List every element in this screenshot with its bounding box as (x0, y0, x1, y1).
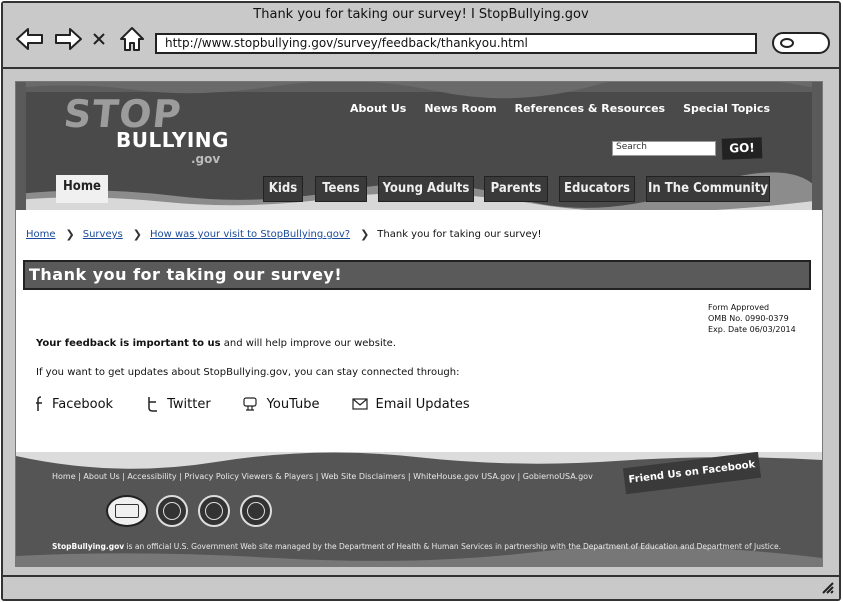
address-bar[interactable]: http://www.stopbullying.gov/survey/feedb… (155, 33, 757, 54)
top-link-about-us[interactable]: About Us (350, 102, 406, 115)
top-nav: About Us News Room References & Resource… (350, 102, 770, 115)
tab-educators[interactable]: Educators (559, 176, 635, 202)
close-icon (93, 33, 105, 45)
window-title: Thank you for taking our survey! I StopB… (253, 7, 589, 22)
whitehouse-seal-icon[interactable] (106, 495, 148, 527)
logo-bullying[interactable]: BULLYING (116, 128, 229, 152)
twitter-icon (148, 397, 158, 412)
feedback-text: Your feedback is important to us and wil… (36, 338, 396, 349)
forward-arrow-icon (55, 28, 82, 50)
logo-gov[interactable]: .gov (191, 152, 220, 166)
status-bar (3, 575, 839, 599)
forward-button[interactable] (53, 25, 83, 53)
social-links: Facebook Twitter YouTube Email Updates (34, 395, 502, 413)
home-button[interactable] (117, 25, 147, 53)
stop-button[interactable] (89, 25, 109, 53)
email-icon (351, 398, 368, 410)
resize-grip-icon[interactable] (821, 581, 835, 595)
home-icon (120, 27, 144, 51)
site-footer: Home | About Us | Accessibility | Privac… (16, 452, 822, 567)
top-link-references[interactable]: References & Resources (515, 102, 666, 115)
top-link-special-topics[interactable]: Special Topics (683, 102, 770, 115)
youtube-icon (243, 397, 257, 411)
breadcrumb-current: Thank you for taking our survey! (377, 229, 542, 240)
education-seal-icon[interactable] (198, 495, 230, 527)
tab-kids[interactable]: Kids (263, 176, 303, 202)
go-button[interactable]: GO! (721, 137, 763, 160)
omb-line: Exp. Date 06/03/2014 (708, 325, 796, 334)
chevron-right-icon: ❯ (65, 228, 75, 241)
email-label: Email Updates (375, 396, 470, 412)
omb-notice: Form Approved OMB No. 0990-0379 Exp. Dat… (708, 302, 796, 335)
tab-young-adults[interactable]: Young Adults (378, 176, 474, 202)
social-email[interactable]: Email Updates (351, 396, 470, 412)
facebook-label: Facebook (52, 396, 114, 412)
hhs-seal-icon[interactable] (156, 495, 188, 527)
browser-window: Thank you for taking our survey! I StopB… (1, 1, 841, 601)
site-header: STOP BULLYING .gov About Us News Room Re… (16, 82, 822, 210)
page-title: Thank you for taking our survey! (23, 260, 811, 290)
breadcrumb-surveys[interactable]: Surveys (83, 229, 123, 240)
tab-teens[interactable]: Teens (315, 176, 367, 202)
footer-disclaimer: StopBullying.gov is an official U.S. Gov… (52, 542, 781, 551)
social-facebook[interactable]: Facebook (34, 395, 113, 413)
breadcrumb-home[interactable]: Home (26, 229, 56, 240)
site-search-input[interactable]: Search (612, 141, 716, 156)
feedback-bold: Your feedback is important to us (36, 338, 221, 349)
tab-home[interactable]: Home (56, 175, 108, 203)
justice-seal-icon[interactable] (240, 495, 272, 527)
tab-in-the-community[interactable]: In The Community (646, 176, 770, 202)
chevron-right-icon: ❯ (360, 228, 370, 241)
facebook-icon (36, 396, 42, 411)
browser-search-box[interactable] (772, 32, 830, 54)
search-icon (780, 38, 794, 48)
disclaimer-text: is an official U.S. Government Web site … (124, 542, 782, 551)
page-viewport: STOP BULLYING .gov About Us News Room Re… (15, 81, 823, 567)
twitter-label: Twitter (167, 396, 211, 412)
social-twitter[interactable]: Twitter (145, 395, 211, 413)
chevron-right-icon: ❯ (132, 228, 142, 241)
title-bar: Thank you for taking our survey! I StopB… (3, 3, 839, 69)
top-link-news-room[interactable]: News Room (424, 102, 496, 115)
omb-line: OMB No. 0990-0379 (708, 314, 789, 323)
tab-parents[interactable]: Parents (484, 176, 548, 202)
agency-seals (106, 495, 282, 527)
social-youtube[interactable]: YouTube (243, 396, 320, 412)
breadcrumb-survey[interactable]: How was your visit to StopBullying.gov? (150, 229, 350, 240)
back-arrow-icon (16, 28, 43, 50)
youtube-label: YouTube (266, 396, 320, 412)
footer-links[interactable]: Home | About Us | Accessibility | Privac… (52, 472, 593, 481)
main-nav-tabs: Home Kids Teens Young Adults Parents Edu… (16, 175, 822, 203)
updates-text: If you want to get updates about StopBul… (36, 367, 460, 378)
back-button[interactable] (15, 25, 45, 53)
breadcrumb: Home ❯ Surveys ❯ How was your visit to S… (26, 228, 542, 241)
disclaimer-brand: StopBullying.gov (52, 542, 125, 551)
omb-line: Form Approved (708, 303, 770, 312)
feedback-rest: and will help improve our website. (220, 338, 396, 349)
